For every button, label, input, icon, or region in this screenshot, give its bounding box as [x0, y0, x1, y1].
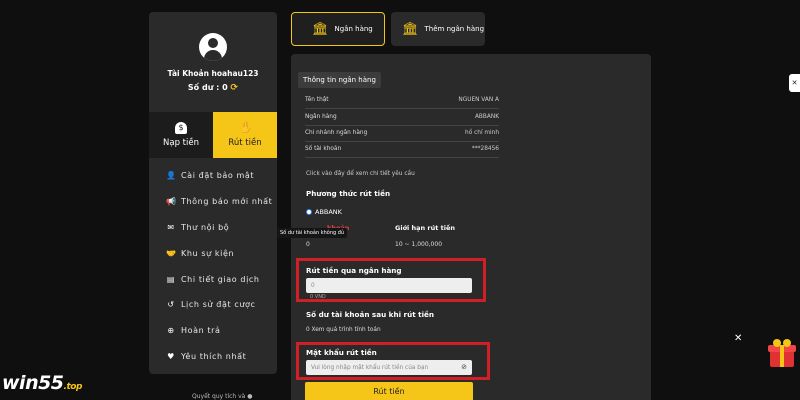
- limit-right-label: Giới hạn rút tiền: [395, 224, 455, 232]
- heart-icon: ♥: [167, 351, 175, 361]
- profile-card: Tài Khoản hoahau123 Số dư : 0 ⟳: [149, 12, 277, 112]
- history-icon: ↺: [167, 300, 175, 310]
- sidebar-item-label: Thư nội bộ: [181, 222, 230, 232]
- insufficient-balance-tooltip: Số dư tài khoản không đủ: [277, 228, 348, 238]
- info-row: Tên thật NGUEN VAN A: [305, 97, 499, 109]
- sidebar-item-transactions[interactable]: ▤ Chi tiết giao dịch: [149, 266, 277, 292]
- row-label: Tên thật: [305, 97, 329, 103]
- balance: Số dư : 0 ⟳: [149, 83, 277, 93]
- row-label: Chi nhánh ngân hàng: [305, 130, 368, 136]
- row-value: ABBANK: [474, 114, 499, 120]
- deposit-label: Nạp tiền: [163, 138, 199, 148]
- withdraw-label: Rút tiền: [228, 138, 262, 148]
- sidebar-item-bet-history[interactable]: ↺ Lịch sử đặt cược: [149, 292, 277, 318]
- footer-text[interactable]: Quyết quy tích và ●: [192, 393, 253, 400]
- sidebar-item-label: Lịch sử đặt cược: [181, 300, 256, 310]
- document-icon: ▤: [166, 274, 176, 284]
- sidebar-item-notifications[interactable]: 📢 Thông báo mới nhất: [149, 189, 277, 215]
- tab-add-bank-label: Thêm ngân hàng: [424, 25, 485, 33]
- bank-icon: 🏛: [312, 21, 329, 37]
- limit-left-value: 0: [306, 241, 310, 248]
- sidebar-item-label: Hoàn trả: [181, 326, 221, 336]
- tab-add-bank[interactable]: 🏛 Thêm ngân hàng: [391, 12, 485, 46]
- row-value: NGUEN VAN A: [458, 97, 499, 103]
- method-heading: Phương thức rút tiền: [306, 189, 391, 198]
- hand-money-icon: ✋: [239, 121, 253, 134]
- close-icon[interactable]: ✕: [789, 74, 800, 92]
- eye-slash-icon[interactable]: ⊘: [461, 363, 467, 371]
- sidebar-item-security[interactable]: 👤 Cài đặt bảo mật: [149, 163, 277, 189]
- sidebar-menu: 👤 Cài đặt bảo mật 📢 Thông báo mới nhất ✉ Th…: [149, 158, 277, 374]
- row-label: Số tài khoản: [305, 146, 342, 152]
- sidebar-item-label: Chi tiết giao dịch: [181, 274, 260, 284]
- gift-box-icon[interactable]: [764, 335, 800, 371]
- row-label: Ngân hàng: [305, 114, 337, 120]
- submit-withdraw-button[interactable]: Rút tiền: [305, 382, 473, 400]
- sidebar-item-label: Yêu thích nhất: [181, 351, 247, 361]
- sidebar-item-refund[interactable]: ⊕ Hoàn trả: [149, 318, 277, 344]
- deposit-icon: $: [175, 122, 187, 134]
- amount-input[interactable]: 0: [306, 278, 472, 293]
- bank-add-icon: 🏛: [402, 21, 419, 37]
- deposit-tab[interactable]: $ Nạp tiền: [149, 112, 213, 158]
- info-row: Chi nhánh ngân hàng hồ chí minh: [305, 130, 499, 142]
- sidebar-item-inbox[interactable]: ✉ Thư nội bộ: [149, 215, 277, 241]
- logo-suffix: .top: [63, 382, 83, 392]
- sidebar-item-events[interactable]: 🤝 Khu sự kiện: [149, 240, 277, 266]
- radio-dot: [306, 209, 312, 215]
- info-row: Số tài khoản ***28456: [305, 146, 499, 158]
- after-balance-value[interactable]: 0 Xem quá trình tính toán: [306, 327, 381, 333]
- tab-bank-label: Ngân hàng: [334, 25, 373, 33]
- user-gear-icon: 👤: [166, 171, 177, 181]
- account-name: Tài Khoản hoahau123: [167, 69, 259, 78]
- handshake-icon: 🤝: [166, 248, 177, 258]
- sidebar-item-label: Thông báo mới nhất: [181, 197, 273, 207]
- site-logo[interactable]: win55.top: [2, 372, 82, 394]
- limit-right-value: 10 ~ 1,000,000: [395, 241, 443, 248]
- row-value: hồ chí minh: [465, 130, 499, 136]
- password-placeholder: Vui lòng nhập mật khẩu rút tiền của bạn: [311, 364, 429, 371]
- tab-bank[interactable]: 🏛 Ngân hàng: [291, 12, 385, 46]
- avatar: [199, 33, 227, 61]
- refund-icon: ⊕: [167, 326, 175, 336]
- sidebar-item-label: Khu sự kiện: [181, 248, 235, 258]
- password-input[interactable]: Vui lòng nhập mật khẩu rút tiền của bạn …: [306, 360, 472, 375]
- after-balance-label: Số dư tài khoản sau khi rút tiền: [306, 310, 435, 319]
- panel-title: Thông tin ngân hàng: [298, 72, 381, 88]
- refresh-icon[interactable]: ⟳: [231, 83, 239, 93]
- info-row: Ngân hàng ABBANK: [305, 114, 499, 126]
- withdraw-tab[interactable]: ✋ Rút tiền: [213, 112, 277, 158]
- balance-text: Số dư : 0: [187, 83, 228, 92]
- sidebar-item-label: Cài đặt bảo mật: [181, 171, 255, 181]
- amount-sub: 0 VND: [310, 294, 326, 300]
- method-option-label: ABBANK: [315, 208, 342, 216]
- password-label: Mật khẩu rút tiền: [306, 348, 377, 357]
- method-radio-abbank[interactable]: ABBANK: [306, 208, 342, 216]
- close-icon[interactable]: ✕: [734, 333, 742, 344]
- mail-icon: ✉: [167, 222, 175, 232]
- row-value: ***28456: [471, 146, 499, 152]
- logo-text: win55: [2, 372, 64, 394]
- bank-withdraw-label: Rút tiền qua ngân hàng: [306, 266, 402, 275]
- megaphone-icon: 📢: [166, 197, 177, 207]
- sidebar-item-favorites[interactable]: ♥ Yêu thích nhất: [149, 344, 277, 370]
- details-link[interactable]: Click vào đây để xem chi tiết yêu cầu: [306, 171, 415, 177]
- deposit-withdraw-tabs: $ Nạp tiền ✋ Rút tiền: [149, 112, 277, 158]
